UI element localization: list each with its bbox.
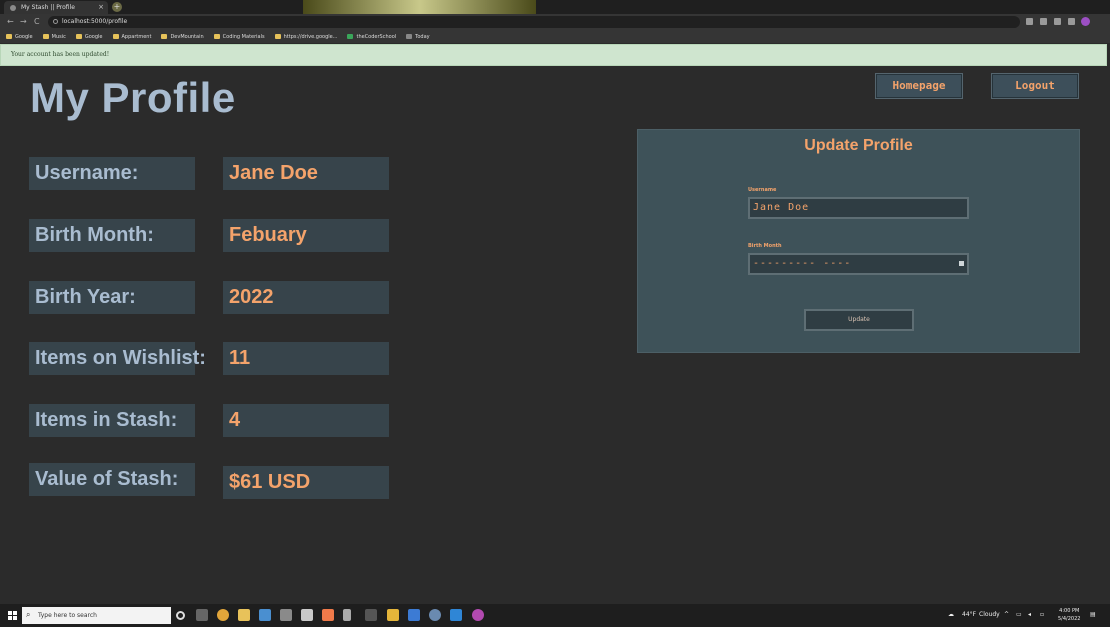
- address-bar[interactable]: localhost:5000/profile: [48, 16, 1020, 28]
- network-icon[interactable]: ▭: [1016, 611, 1022, 618]
- system-clock[interactable]: 4:00 PM 5/4/2022: [1058, 607, 1080, 623]
- site-info-icon[interactable]: [53, 19, 58, 24]
- folder-icon: [112, 34, 119, 39]
- folder-icon: [75, 34, 82, 39]
- task-view-icon[interactable]: [196, 609, 208, 621]
- weather-icon: ☁: [948, 611, 954, 618]
- homepage-button[interactable]: Homepage: [875, 73, 963, 99]
- profile-avatar-icon[interactable]: [1081, 17, 1090, 26]
- bookmark-item[interactable]: DevMountain: [161, 34, 204, 40]
- username-label: Username:: [29, 157, 195, 190]
- weather-text[interactable]: Cloudy: [979, 611, 1000, 618]
- taskbar-search-placeholder: Type here to search: [38, 612, 97, 619]
- tab-strip-artwork: [303, 0, 536, 14]
- app-icon[interactable]: [301, 609, 313, 621]
- steam-icon[interactable]: [259, 609, 271, 621]
- cortana-icon[interactable]: [176, 611, 185, 620]
- notifications-icon[interactable]: ▤: [1090, 611, 1096, 618]
- bookmark-item[interactable]: Google: [6, 34, 33, 40]
- tab-favicon-icon: [10, 4, 16, 11]
- app-icon[interactable]: [387, 609, 399, 621]
- stash-count-value: 4: [223, 404, 389, 437]
- bookmark-item[interactable]: Appartment: [112, 34, 151, 40]
- os-taskbar: ⌕ Type here to search ☁ 44°F Cloudy ^ ▭ …: [0, 604, 1110, 627]
- birth-month-label: Birth Month:: [29, 219, 195, 252]
- clock-date: 5/4/2022: [1058, 616, 1081, 622]
- browser-tab-bar: My Stash || Profile × +: [0, 0, 1110, 14]
- username-input-label: Username: [748, 187, 777, 193]
- bookmark-icon: [6, 34, 12, 39]
- extension-icon[interactable]: [1040, 18, 1047, 25]
- address-url: localhost:5000/profile: [62, 18, 128, 25]
- side-panel-icon[interactable]: [1068, 18, 1075, 25]
- app-icon[interactable]: [322, 609, 334, 621]
- bookmark-icon: [406, 34, 413, 39]
- birth-month-value: Febuary: [223, 219, 389, 252]
- tray-chevron-icon[interactable]: ^: [1004, 611, 1009, 618]
- stash-value-label: Value of Stash:: [29, 463, 195, 496]
- drive-icon: [274, 34, 281, 39]
- flash-message: Your account has been updated!: [0, 44, 1107, 66]
- app-icon[interactable]: [365, 609, 377, 621]
- tab-title: My Stash || Profile: [21, 4, 75, 11]
- extensions-puzzle-icon[interactable]: [1054, 18, 1061, 25]
- bookmark-icon: [347, 34, 354, 39]
- reload-icon[interactable]: C: [34, 17, 40, 26]
- volume-icon[interactable]: ◂: [1028, 611, 1031, 618]
- new-tab-button[interactable]: +: [112, 2, 122, 12]
- username-input[interactable]: Jane Doe: [748, 197, 969, 219]
- birth-month-input[interactable]: --------- ----: [748, 253, 969, 275]
- calendar-icon[interactable]: [959, 261, 964, 266]
- update-profile-title: Update Profile: [804, 137, 913, 154]
- chrome-icon[interactable]: [217, 609, 229, 621]
- clock-time: 4:00 PM: [1059, 608, 1080, 614]
- birth-year-label: Birth Year:: [29, 281, 195, 314]
- search-icon: ⌕: [26, 610, 31, 619]
- bookmark-item[interactable]: https://drive.google...: [274, 34, 337, 40]
- birth-month-input-value: --------- ----: [753, 258, 852, 269]
- app-icon[interactable]: [408, 609, 420, 621]
- microphone-icon[interactable]: [343, 609, 351, 621]
- bookmark-item[interactable]: Music: [42, 34, 66, 40]
- file-explorer-icon[interactable]: [238, 609, 250, 621]
- app-icon[interactable]: [429, 609, 441, 621]
- app-icon[interactable]: [472, 609, 484, 621]
- weather-temp[interactable]: 44°F: [962, 611, 976, 618]
- browser-toolbar: ← → C localhost:5000/profile: [0, 14, 1110, 30]
- app-icon[interactable]: [280, 609, 292, 621]
- bookmark-item[interactable]: Google: [75, 34, 103, 40]
- page-title: My Profile: [30, 74, 236, 121]
- update-button[interactable]: Update: [804, 309, 914, 331]
- username-value: Jane Doe: [223, 157, 389, 190]
- windows-start-icon[interactable]: [8, 611, 17, 620]
- logout-button[interactable]: Logout: [991, 73, 1079, 99]
- bookmarks-bar: Google Music Google Appartment DevMounta…: [0, 30, 1110, 43]
- tab-close-icon[interactable]: ×: [98, 3, 104, 11]
- bookmark-item[interactable]: Coding Materials: [213, 34, 265, 40]
- birth-year-value: 2022: [223, 281, 389, 314]
- taskbar-search[interactable]: ⌕ Type here to search: [22, 607, 171, 624]
- folder-icon: [161, 34, 168, 39]
- wishlist-count-value: 11: [223, 342, 389, 375]
- back-arrow-icon[interactable]: ←: [7, 17, 14, 26]
- folder-icon: [213, 34, 220, 39]
- browser-tab[interactable]: My Stash || Profile ×: [4, 1, 108, 14]
- birth-month-input-label: Birth Month: [748, 243, 782, 249]
- folder-icon: [42, 34, 49, 39]
- update-profile-panel: Update Profile Username Jane Doe Birth M…: [637, 129, 1080, 353]
- vscode-icon[interactable]: [450, 609, 462, 621]
- forward-arrow-icon[interactable]: →: [20, 17, 27, 26]
- wishlist-count-label: Items on Wishlist:: [29, 342, 206, 375]
- stash-value-value: $61 USD: [223, 466, 389, 499]
- bookmark-item[interactable]: Today: [406, 34, 430, 40]
- extension-icon[interactable]: [1026, 18, 1033, 25]
- stash-count-label: Items in Stash:: [29, 404, 195, 437]
- display-icon[interactable]: ▫: [1040, 611, 1044, 618]
- bookmark-item[interactable]: theCoderSchool: [347, 34, 396, 40]
